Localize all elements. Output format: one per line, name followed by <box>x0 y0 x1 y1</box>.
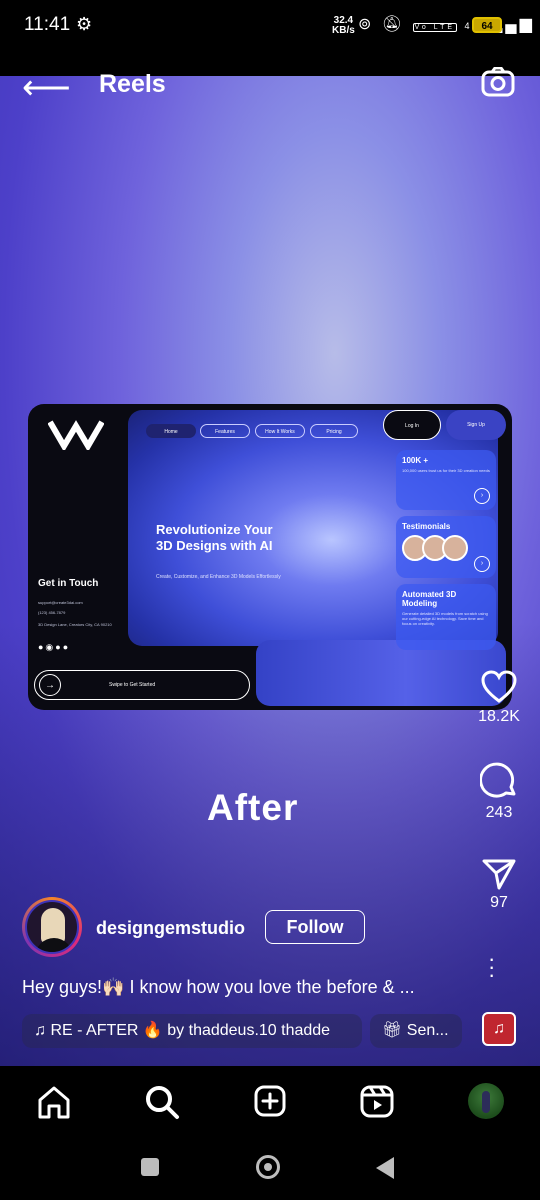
mockup-nav-how-it-works: How It Works <box>255 424 305 438</box>
follow-button[interactable]: Follow <box>265 910 365 944</box>
mockup-card-users: 100K + 100,000 users trust us for their … <box>396 450 496 510</box>
home-circle-icon[interactable] <box>256 1155 280 1179</box>
mockup-social-icons: ●◉●● <box>38 642 71 652</box>
system-nav-bar <box>0 1138 540 1200</box>
mockup-card-users-desc: 100,000 users trust us for their 3D crea… <box>402 468 490 473</box>
network-speed: 32.4 KB/s <box>332 16 355 36</box>
gift-chip[interactable]: 🎁︎ Sen... <box>370 1014 462 1048</box>
reel-caption[interactable]: Hey guys!🙌🏻 I know how you love the befo… <box>22 977 415 998</box>
status-time: 11:41 <box>24 14 71 35</box>
status-icons: ⊚ 🔕︎ Vo LTE 4G ▂▄▆ <box>358 14 535 34</box>
audio-cover-icon[interactable]: ♫ <box>482 1012 516 1046</box>
mockup-address: 3D Design Lane, Creators City, CA 90210 <box>38 622 112 627</box>
page-title: Reels <box>99 70 166 98</box>
muted-bell-icon: 🔕︎ <box>381 16 406 33</box>
mockup-nav-home: Home <box>146 424 196 438</box>
mockup-card-modeling: Automated 3D Modeling Generate detailed … <box>396 584 496 650</box>
create-plus-icon[interactable] <box>250 1084 290 1120</box>
avatar <box>442 535 468 561</box>
mockup-swipe-label: Swipe to Get Started <box>109 682 156 688</box>
status-bar: 11:41 ⚙ 32.4 KB/s ⊚ 🔕︎ Vo LTE 4G ▂▄▆ 64 <box>0 0 540 52</box>
mockup-card-testimonials: Testimonials › <box>396 516 496 578</box>
card-arrow-icon: › <box>474 556 490 572</box>
like-button[interactable]: 18.2K <box>469 670 529 726</box>
search-icon[interactable] <box>142 1084 182 1120</box>
share-count: 97 <box>490 894 508 911</box>
reels-icon[interactable] <box>357 1084 397 1120</box>
mockup-card-users-title: 100K + <box>402 456 429 465</box>
mockup-logo <box>47 416 105 459</box>
heart-icon <box>481 670 517 703</box>
volte-label: Vo LTE <box>412 23 458 32</box>
hotspot-icon: ⊚ <box>358 16 375 33</box>
comment-count: 243 <box>485 804 513 821</box>
mockup-headline: Revolutionize Your 3D Designs with AI <box>156 522 273 553</box>
audio-label: RE - AFTER 🔥 by thaddeus.10 thadde <box>50 1022 331 1039</box>
mockup-card-modeling-desc: Generate detailed 3D models from scratch… <box>402 611 488 626</box>
mockup-nav-features: Features <box>200 424 250 438</box>
camera-icon[interactable] <box>481 67 515 97</box>
comment-button[interactable]: 243 <box>469 762 529 822</box>
back-triangle-icon[interactable] <box>376 1157 394 1179</box>
mockup-subheadline: Create, Customize, and Enhance 3D Models… <box>156 574 281 580</box>
bottom-nav <box>0 1066 540 1138</box>
music-note-icon: ♫ <box>34 1022 46 1039</box>
mockup-login: Log In <box>383 410 441 440</box>
send-icon <box>482 859 516 890</box>
mockup-swipe-bar: → Swipe to Get Started <box>34 670 250 700</box>
mockup-card-testimonials-title: Testimonials <box>402 522 451 531</box>
mockup-logo-icon <box>47 420 105 452</box>
card-arrow-icon: › <box>474 488 490 504</box>
gift-icon: 🎁︎ <box>382 1022 403 1039</box>
mockup-nav-pricing: Pricing <box>310 424 358 438</box>
more-options-icon[interactable]: · · · <box>488 948 495 986</box>
arrow-right-icon: → <box>39 674 61 696</box>
share-button[interactable]: 97 <box>469 858 529 912</box>
mockup-card-modeling-title: Automated 3D Modeling <box>402 590 457 608</box>
network-speed-unit: KB/s <box>332 25 355 36</box>
website-mockup: Home Features How It Works Pricing Log I… <box>28 404 512 710</box>
mockup-email: support@create3dai.com <box>38 600 83 605</box>
mockup-signup: Sign Up <box>446 410 506 440</box>
author-username[interactable]: designgemstudio <box>96 918 245 939</box>
like-count: 18.2K <box>478 708 520 725</box>
mockup-get-in-touch: Get in Touch <box>38 578 99 589</box>
comment-icon <box>480 762 516 798</box>
avatar[interactable] <box>22 897 82 957</box>
gift-chip-label: Sen... <box>406 1022 449 1039</box>
mockup-phone: (123) 456-7879 <box>38 610 66 615</box>
audio-chip[interactable]: ♫ RE - AFTER 🔥 by thaddeus.10 thadde <box>22 1014 362 1048</box>
recents-square-icon[interactable] <box>141 1158 159 1176</box>
back-arrow-icon[interactable]: ⟵ <box>22 68 71 108</box>
settings-gear-icon: ⚙ <box>76 14 93 34</box>
battery-icon: 64 <box>472 17 502 33</box>
home-icon[interactable] <box>34 1084 74 1120</box>
profile-avatar[interactable] <box>468 1083 504 1119</box>
overlay-text: After <box>207 787 299 828</box>
